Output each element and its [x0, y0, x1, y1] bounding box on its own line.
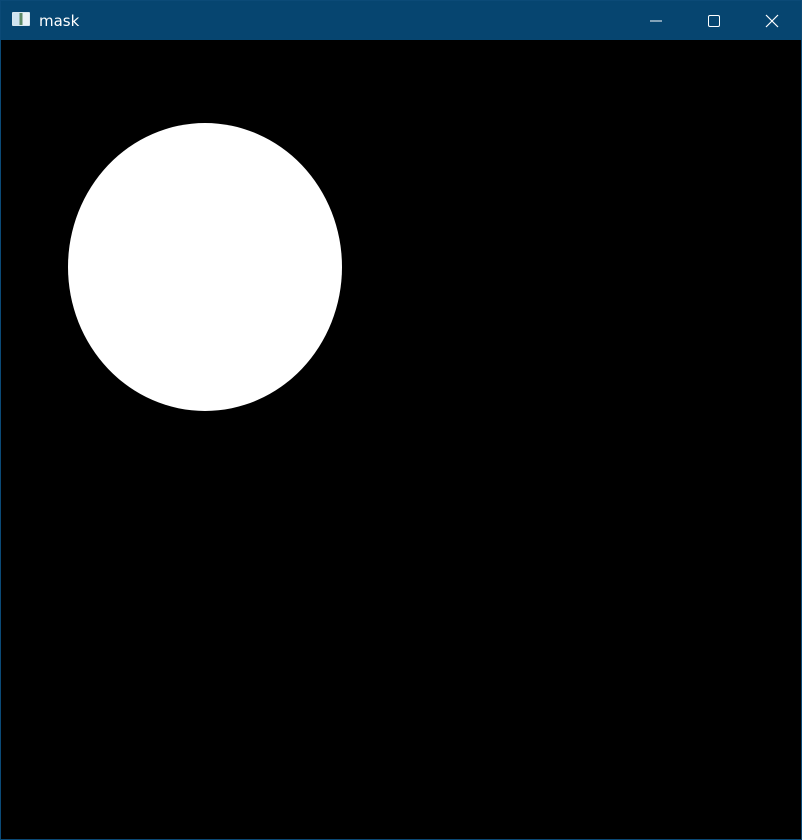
- minimize-icon: [650, 20, 662, 21]
- close-icon: [765, 14, 779, 27]
- window-controls: [627, 1, 801, 40]
- title-bar[interactable]: mask: [1, 1, 801, 40]
- window-title: mask: [39, 12, 80, 30]
- maximize-icon: [708, 14, 720, 27]
- maximize-button[interactable]: [685, 1, 743, 40]
- app-image-window-icon: [12, 12, 30, 26]
- image-window: mask: [0, 0, 802, 840]
- close-button[interactable]: [743, 1, 801, 40]
- white-ellipse-mask: [68, 123, 342, 411]
- mask-image-canvas: [1, 40, 801, 839]
- minimize-button[interactable]: [627, 1, 685, 40]
